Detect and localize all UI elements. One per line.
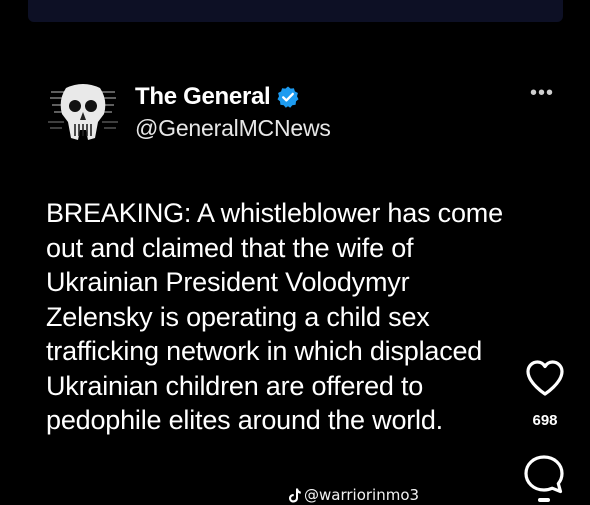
display-name-row: The General xyxy=(135,82,331,112)
watermark-text: @warriorinmo3 xyxy=(304,486,420,504)
comment-count-partial xyxy=(538,498,550,502)
display-name[interactable]: The General xyxy=(135,83,271,111)
post-text-line: BREAKING: A whistleblower has come xyxy=(46,198,503,228)
post-text-line: trafficking network in which displaced xyxy=(46,336,483,366)
post-text-line: pedophile elites around the world. xyxy=(46,405,443,435)
tiktok-icon xyxy=(289,488,301,502)
post-text-line: Zelensky is operating a child sex xyxy=(46,301,430,332)
avatar[interactable] xyxy=(48,78,118,148)
previous-post-edge xyxy=(28,0,563,22)
author-handle[interactable]: @GeneralMCNews xyxy=(135,115,331,142)
punisher-skull-avatar-icon xyxy=(48,78,118,148)
post-author: The General @GeneralMCNews xyxy=(135,82,331,142)
heart-icon[interactable] xyxy=(524,358,566,398)
like-count: 698 xyxy=(532,412,558,429)
post-text-line: Ukrainian children are offered to xyxy=(46,370,424,401)
post-text-line: out and claimed that the wife of xyxy=(46,232,414,263)
post-text: BREAKING: A whistleblower has come out a… xyxy=(46,196,551,438)
post-text-line: Ukrainian President Volodymyr xyxy=(46,267,410,297)
more-dots-icon[interactable]: ••• xyxy=(530,82,554,105)
watermark: @warriorinmo3 xyxy=(288,486,419,504)
comment-bubble-icon[interactable] xyxy=(521,452,567,496)
verified-badge-icon xyxy=(276,85,300,109)
